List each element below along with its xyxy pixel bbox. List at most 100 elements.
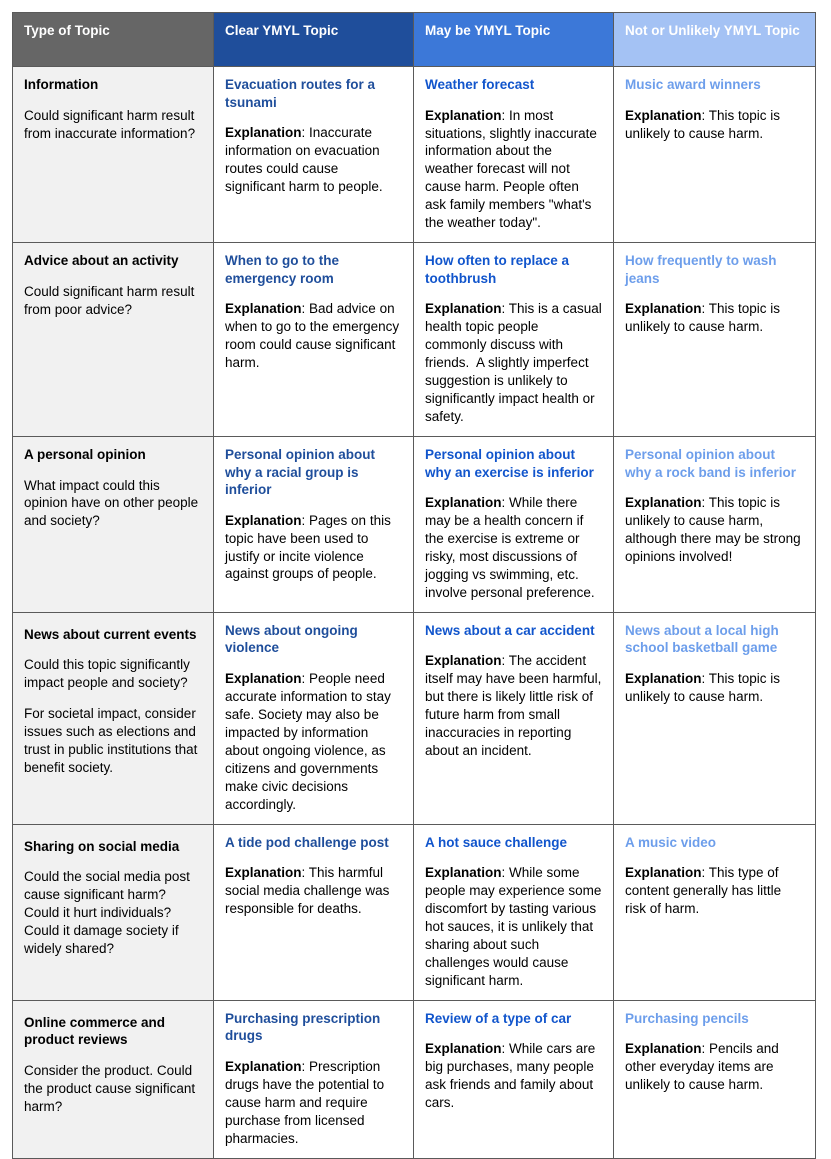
clear-ymyl-cell: When to go to the emergency room Explana… (213, 242, 414, 437)
clear-ymyl-cell: A tide pod challenge post Explanation: T… (213, 823, 414, 1001)
column-header-not-or-unlikely-ymyl: Not or Unlikely YMYL Topic (613, 12, 816, 67)
row-type-question-secondary: For societal impact, consider issues suc… (24, 706, 198, 776)
example-title: How frequently to wash jeans (625, 253, 777, 286)
example-explanation: Explanation: Pages on this topic have be… (225, 512, 395, 582)
example-title: A music video (625, 834, 717, 850)
example-title: Purchasing pencils (625, 1010, 749, 1026)
explanation-label: Explanation (625, 495, 702, 511)
explanation-label: Explanation (225, 301, 302, 317)
table-row: News about current events Could this top… (12, 611, 816, 825)
explanation-label: Explanation (425, 301, 502, 317)
not-ymyl-cell: A music video Explanation: This type of … (613, 823, 816, 1001)
example-explanation: Explanation: This topic is unlikely to c… (625, 107, 784, 141)
explanation-label: Explanation (425, 653, 502, 669)
clear-ymyl-cell: News about ongoing violence Explanation:… (213, 611, 414, 825)
not-ymyl-cell: Personal opinion about why a rock band i… (613, 435, 816, 613)
example-title: Evacuation routes for a tsunami (225, 77, 376, 110)
column-header-clear-ymyl: Clear YMYL Topic (213, 12, 414, 67)
explanation-label: Explanation (425, 1041, 502, 1057)
explanation-label: Explanation (225, 670, 302, 686)
explanation-label: Explanation (625, 865, 702, 881)
table-row: Information Could significant harm resul… (12, 65, 816, 244)
page-root: Type of Topic Clear YMYL Topic May be YM… (0, 0, 831, 1159)
example-explanation: Explanation: This is a casual health top… (425, 301, 606, 425)
row-type-cell: Sharing on social media Could the social… (12, 823, 214, 1001)
explanation-label: Explanation (225, 125, 302, 141)
table-body: Information Could significant harm resul… (12, 65, 816, 1159)
column-header-may-be-ymyl: May be YMYL Topic (413, 12, 614, 67)
example-explanation: Explanation: Inaccurate information on e… (225, 125, 384, 194)
example-explanation: Explanation: While some people may exper… (425, 865, 606, 988)
explanation-label: Explanation (625, 301, 702, 317)
example-explanation: Explanation: Bad advice on when to go to… (225, 301, 403, 371)
row-type-question: Could the social media post cause signif… (24, 869, 190, 956)
example-explanation: Explanation: This topic is unlikely to c… (625, 670, 784, 704)
column-header-type-of-topic: Type of Topic (12, 12, 214, 67)
ymyl-topic-table: Type of Topic Clear YMYL Topic May be YM… (12, 12, 816, 1159)
row-type-title: Advice about an activity (24, 253, 179, 269)
row-type-question: What impact could this opinion have on o… (24, 477, 199, 529)
row-type-cell: A personal opinion What impact could thi… (12, 435, 214, 613)
example-explanation: Explanation: Prescription drugs have the… (225, 1058, 388, 1146)
table-header: Type of Topic Clear YMYL Topic May be YM… (12, 12, 816, 67)
explanation-label: Explanation (225, 1058, 302, 1074)
row-type-cell: Advice about an activity Could significa… (12, 242, 214, 437)
example-title: When to go to the emergency room (225, 253, 339, 286)
example-explanation: Explanation: Pencils and other everyday … (625, 1041, 783, 1093)
example-title: Weather forecast (425, 77, 535, 92)
example-explanation: Explanation: While there may be a health… (425, 495, 595, 600)
example-explanation: Explanation: This harmful social media c… (225, 865, 394, 916)
example-explanation: Explanation: This type of content genera… (625, 865, 785, 916)
example-explanation: Explanation: In most situations, slightl… (425, 107, 601, 231)
example-title: News about a local high school basketbal… (625, 622, 779, 656)
example-title: Review of a type of car (425, 1010, 572, 1026)
row-type-cell: News about current events Could this top… (12, 611, 214, 825)
example-title: Personal opinion about why a rock band i… (625, 446, 797, 480)
row-type-title: News about current events (24, 626, 197, 642)
table-row: Advice about an activity Could significa… (12, 242, 816, 437)
may-be-ymyl-cell: Weather forecast Explanation: In most si… (413, 65, 614, 244)
example-title: Personal opinion about why a racial grou… (225, 446, 376, 498)
example-explanation: Explanation: This topic is unlikely to c… (625, 495, 805, 564)
explanation-label: Explanation (225, 865, 302, 881)
explanation-label: Explanation (425, 107, 502, 123)
example-explanation: Explanation: People need accurate inform… (225, 670, 395, 812)
example-explanation: Explanation: While cars are big purchase… (425, 1041, 600, 1111)
table-row: A personal opinion What impact could thi… (12, 435, 816, 613)
row-type-question: Could significant harm result from inacc… (24, 107, 196, 141)
header-row: Type of Topic Clear YMYL Topic May be YM… (12, 12, 816, 67)
may-be-ymyl-cell: News about a car accident Explanation: T… (413, 611, 614, 825)
row-type-question: Could significant harm result from poor … (24, 283, 195, 317)
not-ymyl-cell: News about a local high school basketbal… (613, 611, 816, 825)
explanation-label: Explanation (425, 865, 502, 881)
example-title: News about a car accident (425, 622, 595, 638)
row-type-question: Could this topic significantly impact pe… (24, 657, 190, 691)
example-title: News about ongoing violence (225, 622, 358, 656)
row-type-title: A personal opinion (24, 446, 146, 462)
example-title: A hot sauce challenge (425, 834, 568, 850)
explanation-label: Explanation (225, 512, 302, 528)
table-row: Sharing on social media Could the social… (12, 823, 816, 1001)
may-be-ymyl-cell: How often to replace a toothbrush Explan… (413, 242, 614, 437)
may-be-ymyl-cell: A hot sauce challenge Explanation: While… (413, 823, 614, 1001)
clear-ymyl-cell: Evacuation routes for a tsunami Explanat… (213, 65, 414, 244)
example-title: A tide pod challenge post (225, 834, 389, 850)
row-type-cell: Information Could significant harm resul… (12, 65, 214, 244)
explanation-label: Explanation (625, 670, 702, 686)
explanation-label: Explanation (625, 107, 702, 123)
example-explanation: Explanation: This topic is unlikely to c… (625, 301, 784, 335)
row-type-question: Consider the product. Could the product … (24, 1062, 196, 1114)
example-explanation: Explanation: The accident itself may hav… (425, 653, 606, 759)
example-title: How often to replace a toothbrush (425, 253, 570, 286)
may-be-ymyl-cell: Personal opinion about why an exercise i… (413, 435, 614, 613)
row-type-title: Information (24, 77, 99, 92)
explanation-label: Explanation (625, 1041, 702, 1057)
example-title: Music award winners (625, 77, 761, 92)
not-ymyl-cell: How frequently to wash jeans Explanation… (613, 242, 816, 437)
example-title: Personal opinion about why an exercise i… (425, 446, 594, 480)
not-ymyl-cell: Music award winners Explanation: This to… (613, 65, 816, 244)
row-type-title: Sharing on social media (24, 838, 180, 854)
clear-ymyl-cell: Personal opinion about why a racial grou… (213, 435, 414, 613)
row-type-title: Online commerce and product reviews (24, 1014, 166, 1048)
example-title: Purchasing prescription drugs (225, 1010, 381, 1044)
